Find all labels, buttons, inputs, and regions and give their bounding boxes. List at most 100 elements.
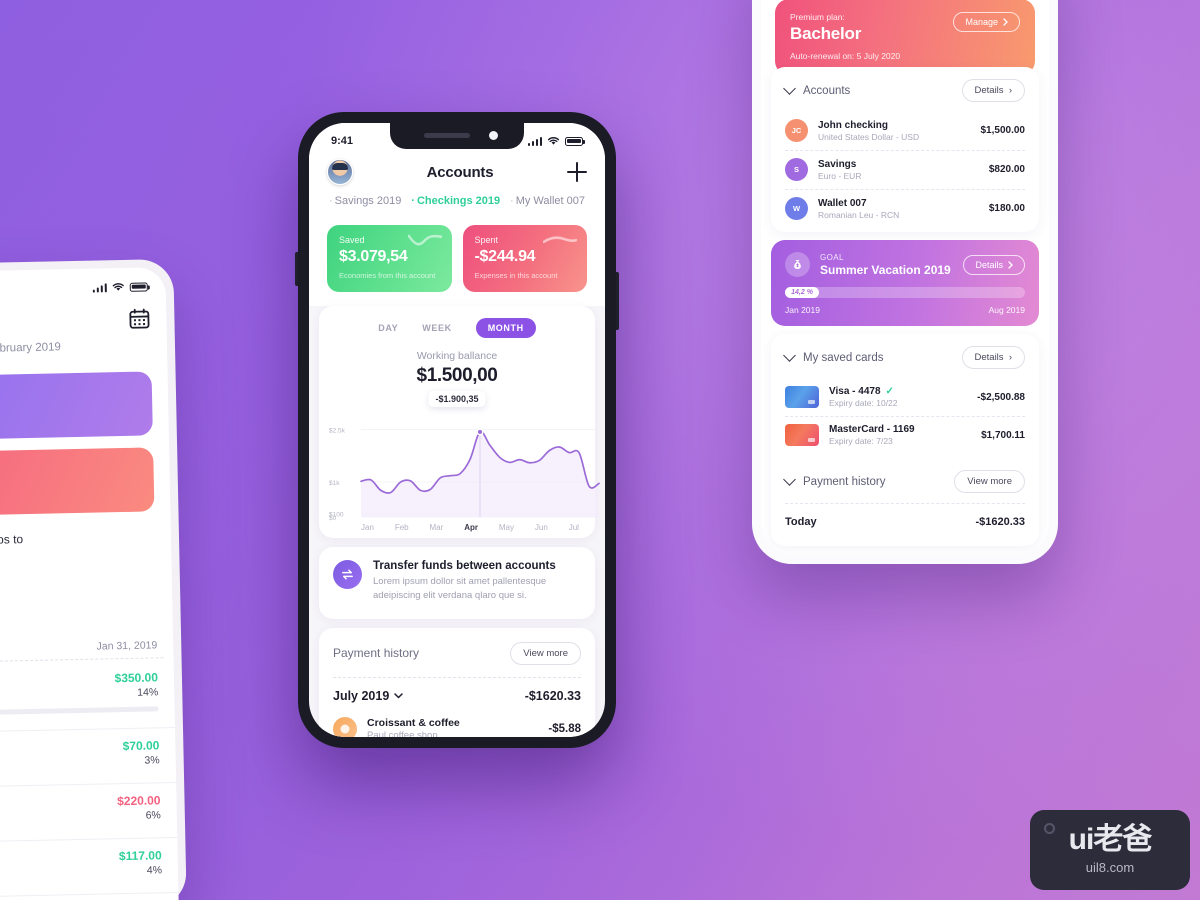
saved-card-row[interactable]: MasterCard - 1169 Expiry date: 7/23 $1,7… (771, 417, 1039, 454)
tab-my-wallet-007[interactable]: · My Wallet 007 (510, 195, 585, 207)
wifi-icon (547, 137, 560, 145)
transfer-funds-panel[interactable]: Transfer funds between accounts Lorem ip… (319, 547, 595, 619)
premium-plan-card: Premium plan: Bachelor Auto-renewal on: … (775, 0, 1035, 75)
account-avatar: S (785, 158, 808, 181)
spent-footnote: Expenses in this account (474, 271, 558, 280)
avatar[interactable] (327, 159, 353, 185)
cards-details-button[interactable]: Details › (961, 346, 1025, 369)
money-bag-icon (785, 252, 810, 277)
payment-history-panel: Payment history View more July 2019 -$16… (319, 627, 595, 738)
view-more-button[interactable]: View more (510, 641, 581, 665)
transaction-name: Croissant & coffee (367, 716, 460, 729)
payment-history-header: Payment history View more (319, 628, 595, 677)
saved-amount: $3.079,54 (339, 248, 408, 265)
tab-checkings-2019[interactable]: · Checkings 2019 (411, 195, 500, 207)
account-row[interactable]: S Savings Euro - EUR $820.00 (771, 151, 1039, 189)
segment-week[interactable]: WEEK (422, 323, 451, 333)
phone-left-statistics: statistics ary 2019 · February 2019 Left… (0, 258, 187, 900)
chevron-right-icon (1003, 18, 1008, 26)
today-row[interactable]: Today -$1620.33 (771, 504, 1039, 542)
payment-history-month-row[interactable]: July 2019 -$1620.33 (319, 678, 595, 712)
ring-icon (1044, 823, 1055, 834)
left-card-0-amount: $720.00 (0, 399, 139, 427)
history-section-label[interactable]: Payment history (783, 473, 885, 488)
premium-caption: Premium plan: (790, 12, 845, 22)
segment-month[interactable]: MONTH (475, 318, 536, 338)
history-section-header: Payment history View more (771, 454, 1039, 503)
svg-text:$0: $0 (329, 515, 337, 521)
left-hr-3 (0, 891, 179, 899)
card-expiry: Expiry date: 7/23 (829, 436, 893, 446)
payment-history-month-total: -$1620.33 (524, 688, 581, 703)
calendar-icon[interactable] (128, 307, 150, 329)
card-name: MasterCard - 1169 (829, 424, 915, 435)
goal-progress-fill: 14,2 % (785, 287, 820, 298)
account-avatar: JC (785, 119, 808, 142)
saved-caption: Saved (339, 235, 365, 245)
mastercard-icon (785, 424, 819, 446)
account-row[interactable]: JC John checking United States Dollar - … (771, 112, 1039, 150)
account-tabs: · Savings 2019 · Checkings 2019 · My Wallet… (309, 193, 605, 219)
left-header: statistics (0, 293, 167, 339)
manage-button[interactable]: Manage (953, 12, 1020, 32)
balance-amount: $1.500,00 (416, 365, 498, 386)
transfer-icon (333, 560, 362, 589)
transaction-sub: Paul coffee shop (367, 729, 438, 738)
left-stat-row-2[interactable]: $220.00 6% (0, 783, 177, 835)
plus-icon[interactable] (567, 162, 587, 182)
left-stat-row-3[interactable]: $117.00 4% (0, 838, 178, 890)
saved-card-row[interactable]: Visa - 4478 ✓ Expiry date: 10/22 -$2,500… (771, 379, 1039, 416)
balance-chart[interactable]: -$1.900,35 $2.5k $1k $100 $0 Jan Feb Mar Ap… (319, 387, 600, 538)
account-balance: $820.00 (988, 164, 1025, 175)
accounts-details-button[interactable]: Details › (961, 79, 1025, 102)
status-time: 9:41 (331, 135, 354, 147)
cards-section-label[interactable]: My saved cards (783, 349, 884, 364)
cards-section-header: My saved cards Details › (771, 334, 1039, 379)
verified-icon: ✓ (885, 386, 894, 397)
saved-cards-panel: My saved cards Details › Visa - 4478 ✓ E… (771, 334, 1039, 546)
card-expiry: Expiry date: 10/22 (829, 398, 898, 408)
left-card-0-caption: Left from Dec 2018 (0, 384, 138, 400)
watermark: ui老爸 uil8.com (1030, 810, 1190, 890)
left-screen: statistics ary 2019 · February 2019 Left… (0, 267, 179, 900)
left-stat-row-0[interactable]: $350.00 14% (0, 660, 175, 725)
left-stat-1-percent: 3% (144, 754, 160, 767)
segment-day[interactable]: DAY (378, 323, 398, 333)
transaction-row[interactable]: Croissant & coffee Paul coffee shop -$5.… (319, 712, 595, 738)
xtick-jan: Jan (361, 523, 374, 532)
account-name: Wallet 007 (818, 197, 867, 209)
battery-icon (565, 136, 586, 146)
goal-start-date: Jan 2019 (785, 305, 820, 315)
left-period-tabs: ary 2019 · February 2019 (0, 333, 167, 369)
account-currency: Romanian Leu - RCN (818, 209, 900, 220)
history-view-more-button[interactable]: View more (954, 470, 1025, 493)
left-card-1-caption: Overspent (0, 460, 140, 476)
summary-cards: Saved $3.079,54 Economies from this acco… (309, 219, 605, 306)
account-row[interactable]: W Wallet 007 Romanian Leu - RCN $180.00 (771, 190, 1039, 228)
left-tab-1[interactable]: · February 2019 (0, 341, 61, 355)
left-card-overspent[interactable]: Overspent -$244.94 (0, 447, 155, 517)
account-name: John checking (818, 119, 889, 131)
summary-card-saved[interactable]: Saved $3.079,54 Economies from this acco… (327, 225, 452, 292)
transaction-value: -$5.88 (548, 722, 581, 735)
summary-card-spent[interactable]: Spent -$244.94 Expenses in this account (462, 225, 587, 292)
card-balance: -$2,500.88 (977, 391, 1025, 403)
account-name: Savings (818, 158, 857, 170)
payment-history-month: July 2019 (333, 689, 404, 703)
chevron-down-icon (783, 473, 796, 486)
tab-savings-2019[interactable]: · Savings 2019 (329, 195, 401, 207)
period-segmented-control: DAY WEEK MONTH (319, 306, 595, 342)
chevron-down-icon (783, 349, 796, 362)
accounts-section-label[interactable]: Accounts (783, 82, 850, 97)
account-balance: $180.00 (988, 203, 1025, 214)
left-card-left-from[interactable]: Left from Dec 2018 $720.00 (0, 371, 153, 441)
xtick-may: May (498, 523, 515, 532)
goal-card: GOAL Summer Vacation 2019 Details 14,2 %… (771, 240, 1039, 326)
center-screen: 9:41 Accounts · Savings 2019 · Checkings… (309, 123, 605, 737)
xtick-feb: Feb (394, 523, 409, 532)
camera-icon (489, 131, 498, 140)
payment-history-title: Payment history (333, 646, 420, 660)
xtick-jul: Jul (568, 523, 579, 532)
left-stat-row-1[interactable]: $70.00 3% (0, 728, 176, 780)
goal-details-button[interactable]: Details (963, 254, 1025, 275)
